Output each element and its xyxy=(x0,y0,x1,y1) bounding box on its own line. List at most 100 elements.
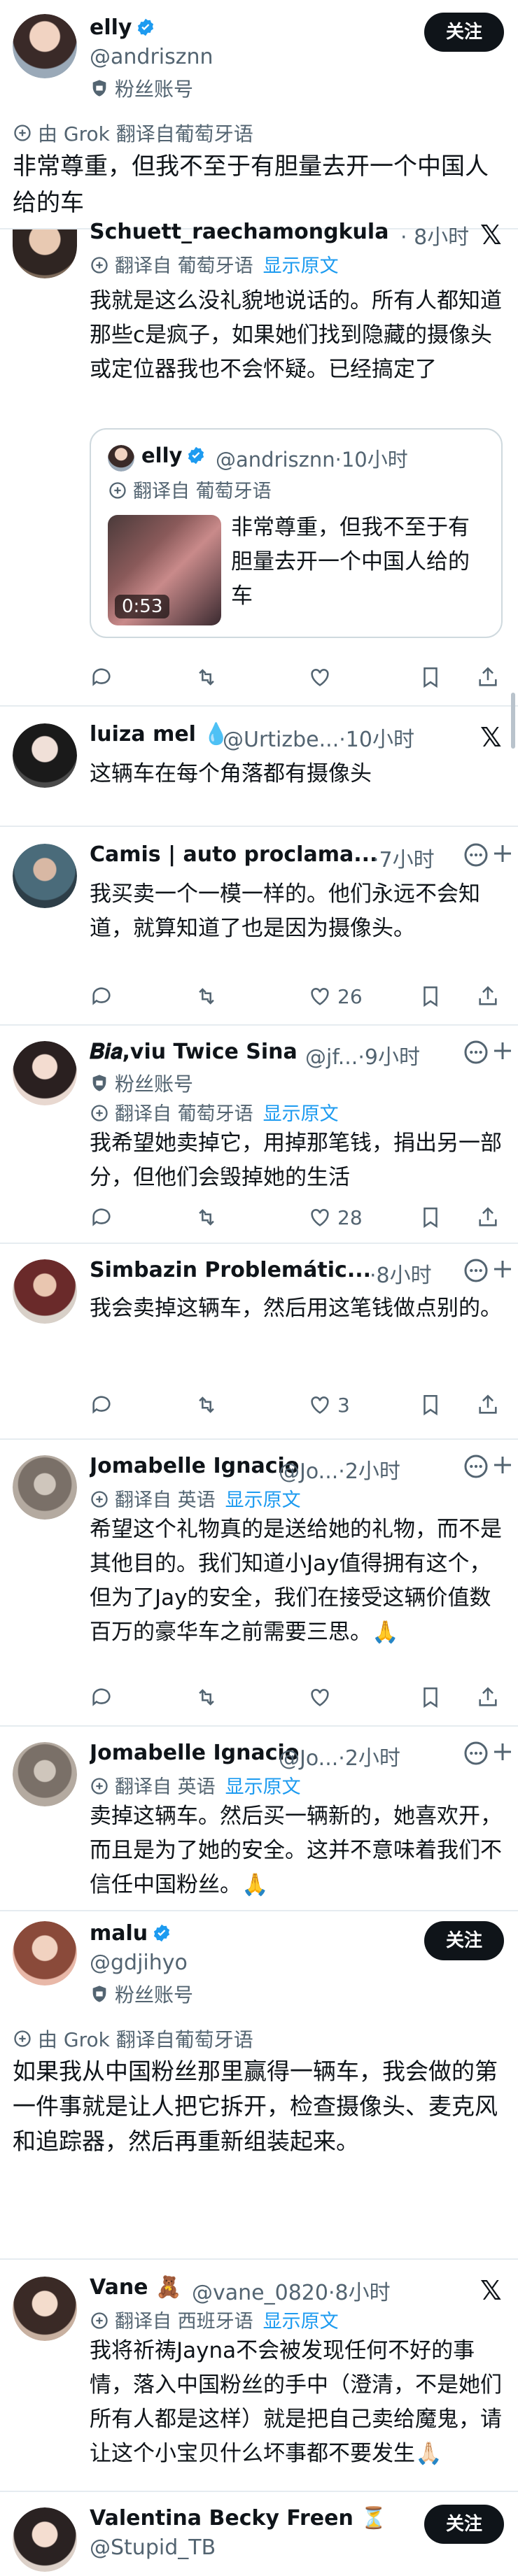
action-bar: 26 xyxy=(90,982,503,1010)
quoted-post[interactable]: elly @andrisznn·10小时 翻译自 葡萄牙语 0:53 非常尊重，… xyxy=(90,428,503,638)
reply-button[interactable] xyxy=(90,1683,113,1711)
like-button[interactable]: 26 xyxy=(308,982,363,1010)
translation-line: 翻译自 英语 显示原文 xyxy=(90,1771,301,1799)
plus-icon[interactable] xyxy=(490,1257,518,1285)
author-name[interactable]: elly xyxy=(90,15,155,40)
share-button[interactable] xyxy=(476,982,500,1010)
reply-icon xyxy=(92,1396,111,1414)
bookmark-button[interactable] xyxy=(419,1683,442,1711)
reply-text: 我就是这么没礼貌地说话的。所有人都知道那些c是疯子，如果她们找到隐藏的摄像头或定… xyxy=(90,288,502,382)
x-logo-icon[interactable]: 𝕏 xyxy=(480,220,502,250)
reply-button[interactable] xyxy=(90,663,113,691)
retweet-button[interactable] xyxy=(195,663,218,691)
avatar[interactable] xyxy=(13,1259,77,1324)
author-name[interactable]: Simbazin Problemátic... xyxy=(90,1258,370,1282)
author-handle[interactable]: @jf...·9小时 xyxy=(305,1040,420,1070)
author-name[interactable]: Jomabelle Ignacio xyxy=(90,1454,299,1478)
reply-text: 我将祈祷Jayna不会被发现任何不好的事情，落入中国粉丝的手中（澄清，不是她们所… xyxy=(90,2338,502,2466)
author-name[interactable]: Vane 🧸 xyxy=(90,2275,181,2300)
show-original-link[interactable]: 显示原文 xyxy=(263,2311,339,2333)
author-handle[interactable]: @Jo...·2小时 xyxy=(279,1454,400,1485)
like-count: 28 xyxy=(337,1205,363,1229)
timestamp: · 8小时 xyxy=(400,225,470,250)
share-button[interactable] xyxy=(476,663,500,691)
show-original-link[interactable]: 显示原文 xyxy=(225,1489,301,1511)
x-logo-icon[interactable]: 𝕏 xyxy=(480,722,502,753)
bookmark-icon xyxy=(424,667,438,688)
like-button[interactable]: 28 xyxy=(308,1203,363,1231)
author-name[interactable]: Valentina Becky Freen ⏳ xyxy=(90,2506,412,2531)
avatar[interactable] xyxy=(13,1921,77,1986)
reply: 𝑩𝒊𝒂,viu Twice Sina @jf...·9小时 粉丝账号 翻译自 葡… xyxy=(0,1026,518,1243)
bookmark-button[interactable] xyxy=(419,1203,442,1231)
like-button[interactable] xyxy=(308,1683,332,1711)
quoted-main-post: malu @gdjihyo 粉丝账号 关注 由 Grok 翻译自葡萄牙语 如果我… xyxy=(0,1911,518,2258)
share-button[interactable] xyxy=(476,1683,500,1711)
translation-line: 翻译自 葡萄牙语 显示原文 xyxy=(90,1098,339,1126)
more-options-icon[interactable] xyxy=(462,841,490,869)
author-handle[interactable]: @Jo...·2小时 xyxy=(279,1741,400,1771)
avatar[interactable] xyxy=(13,1455,77,1520)
translate-icon xyxy=(91,2312,108,2329)
reply-button[interactable] xyxy=(90,1203,113,1231)
author-handle[interactable]: @gdjihyo xyxy=(90,1951,188,1975)
share-button[interactable] xyxy=(476,1203,500,1231)
author-handle[interactable]: @vane_0820·8小时 xyxy=(192,2275,391,2306)
follow-button[interactable]: 关注 xyxy=(424,13,504,52)
bookmark-button[interactable] xyxy=(419,982,442,1010)
like-button[interactable]: 3 xyxy=(308,1391,350,1419)
plus-icon[interactable] xyxy=(490,1452,518,1480)
more-options-icon[interactable] xyxy=(462,1257,490,1285)
follow-button[interactable]: 关注 xyxy=(424,2505,504,2544)
author-name[interactable]: Jomabelle Ignacio xyxy=(90,1741,299,1765)
post: Valentina Becky Freen ⏳ @Stupid_TB 关注 xyxy=(0,2492,518,2576)
retweet-button[interactable] xyxy=(195,982,218,1010)
avatar[interactable] xyxy=(13,1742,77,1806)
avatar[interactable] xyxy=(13,1041,77,1105)
grok-translation-note[interactable]: 由 Grok 翻译自葡萄牙语 xyxy=(13,119,253,147)
avatar[interactable] xyxy=(13,2507,77,2572)
reply-button[interactable] xyxy=(90,982,113,1010)
author-handle[interactable]: @Urtizbe...·10小时 xyxy=(223,722,414,753)
plus-icon[interactable] xyxy=(490,1739,518,1767)
bookmark-button[interactable] xyxy=(419,1391,442,1419)
retweet-button[interactable] xyxy=(195,1203,218,1231)
grok-translation-note[interactable]: 由 Grok 翻译自葡萄牙语 xyxy=(13,2025,253,2053)
more-options-icon[interactable] xyxy=(462,1739,490,1767)
author-name[interactable]: Camis | auto proclama... xyxy=(90,842,391,867)
show-original-link[interactable]: 显示原文 xyxy=(263,255,339,277)
avatar[interactable] xyxy=(13,844,77,908)
author-handle[interactable]: @Stupid_TB xyxy=(90,2535,216,2560)
avatar[interactable] xyxy=(13,723,77,788)
translate-icon xyxy=(109,482,126,499)
scrollbar[interactable] xyxy=(511,693,515,749)
follow-button[interactable]: 关注 xyxy=(424,1921,504,1960)
like-button[interactable] xyxy=(308,663,332,691)
author-name[interactable]: Schuett_raechamongkula... xyxy=(90,220,391,244)
action-bar xyxy=(90,663,503,691)
show-original-link[interactable]: 显示原文 xyxy=(225,1776,301,1798)
heart-icon xyxy=(311,1209,329,1226)
reply-icon xyxy=(92,668,111,686)
avatar[interactable] xyxy=(13,2277,77,2341)
retweet-button[interactable] xyxy=(195,1683,218,1711)
avatar[interactable] xyxy=(13,229,77,278)
show-original-link[interactable]: 显示原文 xyxy=(263,1103,339,1125)
more-options-icon[interactable] xyxy=(462,1038,490,1066)
quote-author-handle: @andrisznn·10小时 xyxy=(216,448,408,472)
author-name[interactable]: luiza mel 💧 xyxy=(90,722,230,746)
x-logo-icon[interactable]: 𝕏 xyxy=(480,2275,502,2306)
author-name[interactable]: malu xyxy=(90,1921,172,1946)
author-name[interactable]: 𝑩𝒊𝒂,viu Twice Sina xyxy=(90,1040,300,1064)
more-options-icon[interactable] xyxy=(462,1452,490,1480)
video-thumbnail[interactable]: 0:53 xyxy=(108,515,221,625)
reply-button[interactable] xyxy=(90,1391,113,1419)
bookmark-icon xyxy=(424,1207,438,1229)
avatar[interactable] xyxy=(13,14,77,78)
share-button[interactable] xyxy=(476,1391,500,1419)
retweet-button[interactable] xyxy=(195,1391,218,1419)
author-handle[interactable]: @andrisznn xyxy=(90,45,214,69)
plus-icon[interactable] xyxy=(490,841,518,869)
plus-icon[interactable] xyxy=(490,1038,518,1066)
bookmark-button[interactable] xyxy=(419,663,442,691)
